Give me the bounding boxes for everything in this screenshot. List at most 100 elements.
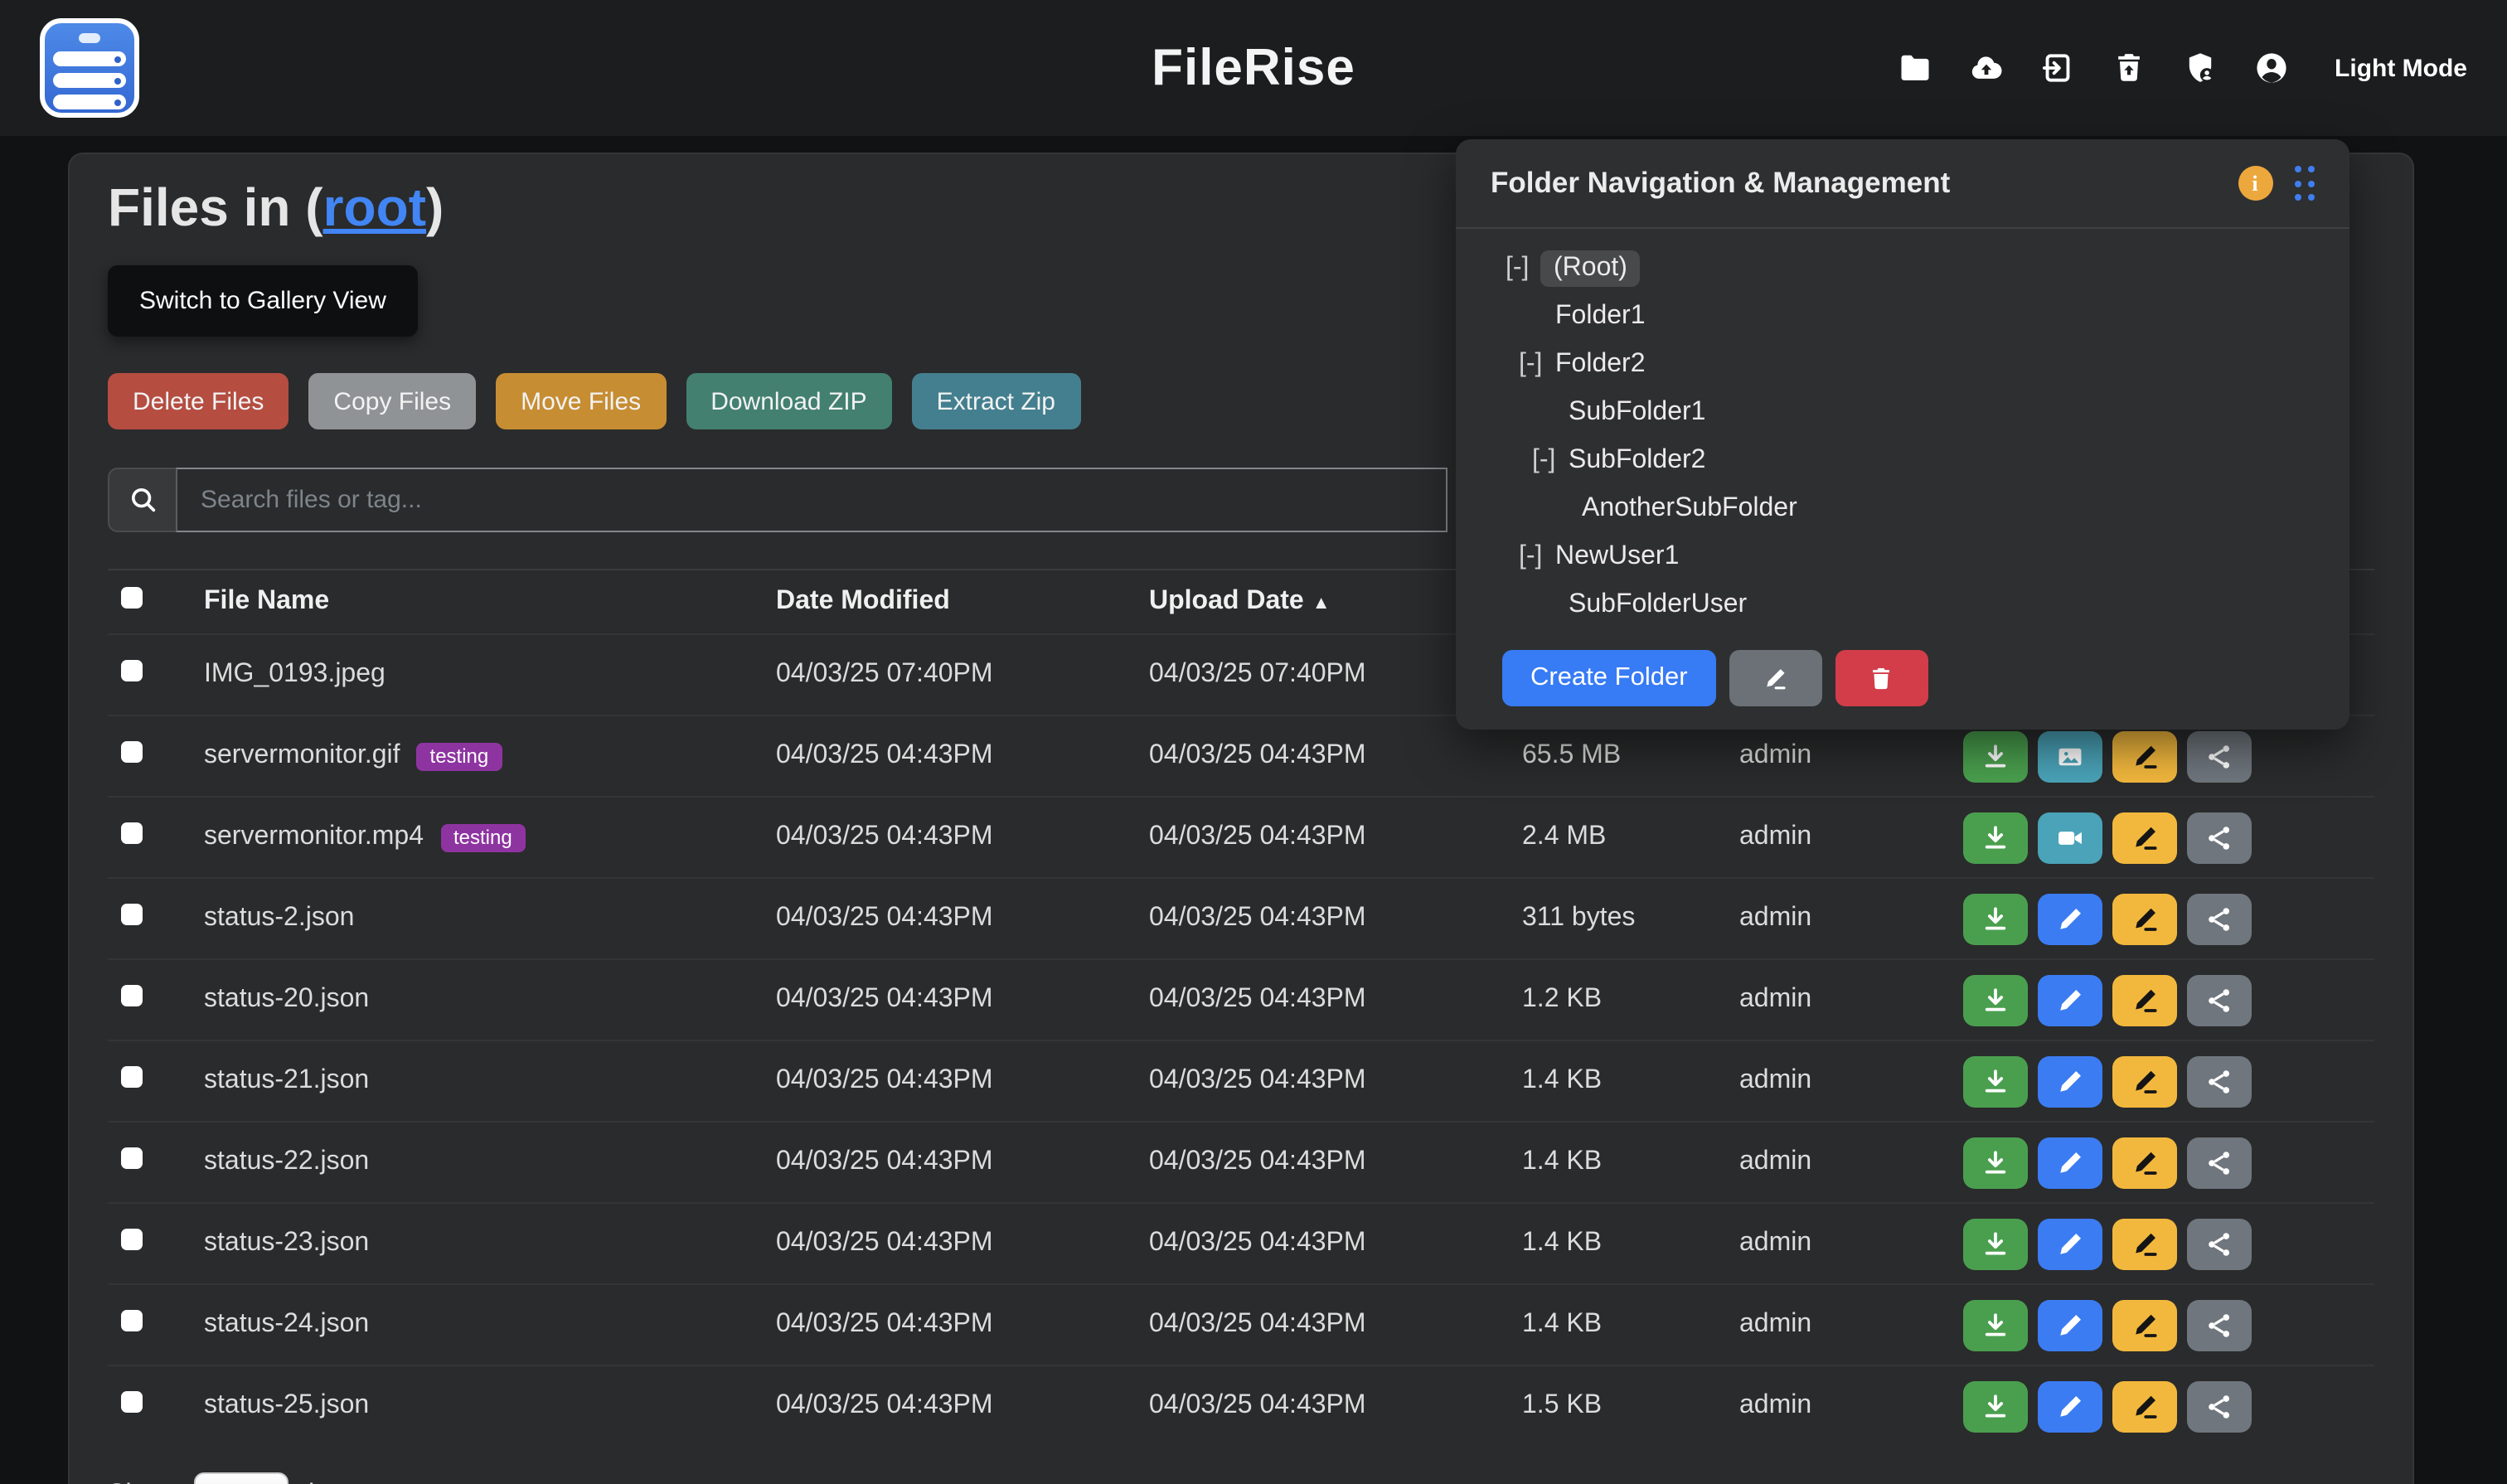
share-file-button[interactable] (2187, 1055, 2252, 1107)
column-file-name[interactable]: File Name (204, 587, 776, 617)
row-checkbox[interactable] (121, 1147, 143, 1169)
rename-folder-button[interactable] (1729, 650, 1822, 706)
row-checkbox[interactable] (121, 822, 143, 844)
folder-tree-item[interactable]: SubFolder1 (1456, 388, 2349, 436)
download-file-button[interactable] (1963, 1218, 2028, 1269)
search-input[interactable] (176, 468, 1447, 532)
drag-handle-icon[interactable] (2294, 166, 2315, 201)
create-folder-button[interactable]: Create Folder (1502, 650, 1716, 706)
folder-name[interactable]: NewUser1 (1555, 541, 1679, 571)
rename-file-button[interactable] (2112, 1218, 2177, 1269)
extract-zip-button[interactable]: Extract Zip (912, 373, 1080, 429)
row-checkbox[interactable] (121, 904, 143, 925)
rename-file-button[interactable] (2112, 974, 2177, 1026)
folder-name[interactable]: SubFolder2 (1569, 445, 1705, 475)
tree-collapse-toggle[interactable]: [-] (1532, 445, 1569, 475)
folder-name[interactable]: Folder1 (1555, 301, 1646, 331)
folder-name[interactable]: SubFolderUser (1569, 589, 1747, 619)
delete-files-button[interactable]: Delete Files (108, 373, 289, 429)
share-file-button[interactable] (2187, 1299, 2252, 1351)
file-name[interactable]: status-2.json (204, 904, 354, 934)
file-name[interactable]: status-22.json (204, 1147, 369, 1177)
download-file-button[interactable] (1963, 1055, 2028, 1107)
file-name[interactable]: servermonitor.gif (204, 741, 400, 771)
rename-file-button[interactable] (2112, 1299, 2177, 1351)
folder-tree-item[interactable]: [-](Root) (1456, 244, 2349, 292)
file-name[interactable]: status-24.json (204, 1310, 369, 1340)
edit-file-button[interactable] (2038, 1218, 2102, 1269)
edit-file-button[interactable] (2038, 1299, 2102, 1351)
image-file-button[interactable] (2038, 730, 2102, 782)
folder-tree-item[interactable]: [-]SubFolder2 (1456, 436, 2349, 484)
folder-tree-item[interactable]: [-]NewUser1 (1456, 532, 2349, 580)
folder-name[interactable]: AnotherSubFolder (1582, 493, 1797, 523)
rename-file-button[interactable] (2112, 1137, 2177, 1188)
row-checkbox[interactable] (121, 1310, 143, 1331)
row-checkbox[interactable] (121, 1229, 143, 1250)
share-file-button[interactable] (2187, 812, 2252, 863)
row-checkbox[interactable] (121, 985, 143, 1006)
download-file-button[interactable] (1963, 1137, 2028, 1188)
file-name[interactable]: status-25.json (204, 1391, 369, 1421)
folder-tree-item[interactable]: SubFolderUser (1456, 580, 2349, 628)
tree-collapse-toggle[interactable]: [-] (1519, 541, 1555, 571)
rename-file-button[interactable] (2112, 893, 2177, 944)
row-checkbox[interactable] (121, 1391, 143, 1413)
switch-gallery-view-button[interactable]: Switch to Gallery View (108, 265, 418, 337)
edit-file-button[interactable] (2038, 974, 2102, 1026)
share-file-button[interactable] (2187, 974, 2252, 1026)
edit-file-button[interactable] (2038, 893, 2102, 944)
download-zip-button[interactable]: Download ZIP (686, 373, 891, 429)
search-icon[interactable] (108, 468, 176, 532)
rename-file-button[interactable] (2112, 730, 2177, 782)
share-file-button[interactable] (2187, 730, 2252, 782)
download-file-button[interactable] (1963, 893, 2028, 944)
folder-name[interactable]: SubFolder1 (1569, 397, 1705, 427)
upload-cloud-icon[interactable] (1968, 50, 2005, 86)
file-name[interactable]: servermonitor.mp4 (204, 822, 424, 852)
rename-file-button[interactable] (2112, 812, 2177, 863)
file-name[interactable]: IMG_0193.jpeg (204, 660, 386, 690)
folder-icon[interactable] (1897, 50, 1933, 86)
theme-toggle[interactable]: Light Mode (2335, 54, 2467, 82)
edit-file-button[interactable] (2038, 1380, 2102, 1432)
video-file-button[interactable] (2038, 812, 2102, 863)
tree-collapse-toggle[interactable]: [-] (1519, 349, 1555, 379)
folder-name[interactable]: (Root) (1540, 250, 1641, 286)
file-name[interactable]: status-20.json (204, 985, 369, 1015)
tree-collapse-toggle[interactable]: [-] (1506, 253, 1542, 283)
download-file-button[interactable] (1963, 812, 2028, 863)
share-file-button[interactable] (2187, 1380, 2252, 1432)
file-name[interactable]: status-21.json (204, 1066, 369, 1096)
items-per-page-select[interactable]: 10 ▲▼ (194, 1472, 289, 1484)
account-icon[interactable] (2253, 50, 2290, 86)
row-checkbox[interactable] (121, 660, 143, 681)
root-breadcrumb-link[interactable]: root (323, 177, 426, 237)
download-file-button[interactable] (1963, 730, 2028, 782)
file-name[interactable]: status-23.json (204, 1229, 369, 1258)
share-file-button[interactable] (2187, 1218, 2252, 1269)
shield-user-icon[interactable] (2182, 50, 2218, 86)
share-file-button[interactable] (2187, 1137, 2252, 1188)
rename-file-button[interactable] (2112, 1055, 2177, 1107)
folder-name[interactable]: Folder2 (1555, 349, 1646, 379)
rename-file-button[interactable] (2112, 1380, 2177, 1432)
trash-restore-icon[interactable] (2111, 50, 2147, 86)
row-checkbox[interactable] (121, 1066, 143, 1088)
info-icon[interactable]: i (2238, 166, 2272, 201)
row-checkbox[interactable] (121, 741, 143, 763)
delete-folder-button[interactable] (1835, 650, 1928, 706)
edit-file-button[interactable] (2038, 1055, 2102, 1107)
download-file-button[interactable] (1963, 1299, 2028, 1351)
edit-file-button[interactable] (2038, 1137, 2102, 1188)
share-file-button[interactable] (2187, 893, 2252, 944)
column-date-modified[interactable]: Date Modified (776, 587, 1149, 617)
select-all-checkbox[interactable] (121, 587, 143, 609)
folder-tree-item[interactable]: Folder1 (1456, 292, 2349, 340)
sign-out-icon[interactable] (2039, 50, 2076, 86)
folder-tree-item[interactable]: [-]Folder2 (1456, 340, 2349, 388)
move-files-button[interactable]: Move Files (496, 373, 666, 429)
download-file-button[interactable] (1963, 974, 2028, 1026)
folder-tree-item[interactable]: AnotherSubFolder (1456, 484, 2349, 532)
download-file-button[interactable] (1963, 1380, 2028, 1432)
